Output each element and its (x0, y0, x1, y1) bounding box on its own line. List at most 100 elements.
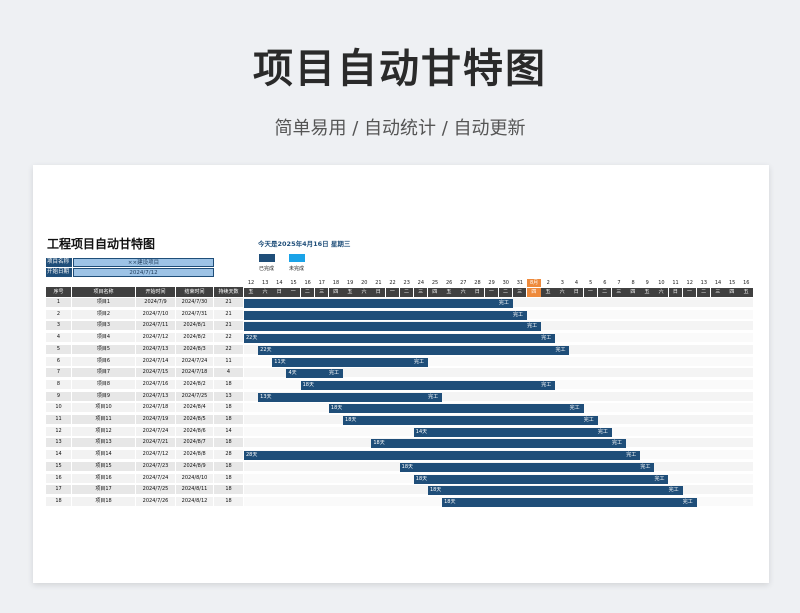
table-cell: 项目16 (72, 473, 135, 483)
gantt-bar[interactable] (399, 462, 655, 472)
table-cell: 2024/7/19 (136, 415, 175, 424)
bar-status-label: 完工 (513, 311, 524, 318)
table-cell: 18 (214, 438, 243, 448)
weekday: 三 (710, 288, 725, 297)
page-subtitle: 简单易用 / 自动统计 / 自动更新 (274, 118, 526, 139)
table-cell: 28 (214, 450, 243, 460)
table-cell: 2024/8/4 (176, 403, 213, 413)
start-date-value[interactable]: 2024/7/12 (73, 268, 214, 277)
day-number: 30 (502, 280, 509, 286)
gantt-bar[interactable] (244, 310, 527, 320)
gantt-bar[interactable] (371, 439, 627, 449)
gantt-bar[interactable] (328, 404, 584, 414)
table-cell: 2024/7/15 (136, 368, 175, 378)
project-name-label: 项目名称 (46, 258, 72, 267)
day-number: 14 (714, 280, 722, 286)
table-cell: 13 (46, 438, 71, 448)
table-cell: 2024/7/18 (176, 368, 213, 378)
gantt-bar[interactable] (244, 451, 641, 461)
day-number: 25 (431, 280, 439, 286)
table-cell: 2024/8/6 (176, 426, 213, 436)
gantt-bar[interactable] (244, 299, 513, 308)
weekday: 四 (427, 288, 442, 297)
weekday: 五 (640, 288, 654, 297)
bar-status-label: 完工 (498, 300, 509, 306)
weekday: 日 (470, 288, 485, 297)
bar-duration-label: 22天 (246, 335, 258, 342)
table-cell: 22 (214, 344, 243, 354)
gantt-bar[interactable] (244, 322, 542, 332)
table-cell: 2024/7/25 (136, 485, 175, 495)
bar-duration-label: 18天 (345, 417, 357, 423)
table-cell: 项目6 (72, 356, 135, 366)
gantt-bar[interactable] (413, 474, 669, 484)
weekday: 一 (484, 288, 499, 297)
bar-status-label: 完工 (583, 417, 594, 423)
table-cell: 2024/8/5 (176, 415, 213, 424)
bar-duration-label: 4天 (288, 370, 297, 377)
table-cell: 2024/8/12 (176, 496, 213, 506)
table-cell: 项目4 (72, 333, 135, 343)
weekday: 二 (696, 288, 711, 297)
bar-duration-label: 18天 (330, 405, 343, 412)
table-cell: 2024/7/13 (136, 391, 175, 401)
table-cell: 4 (46, 333, 71, 343)
table-cell: 2024/7/25 (176, 391, 213, 401)
gantt-bar[interactable] (442, 497, 697, 507)
table-cell: 11 (46, 415, 71, 424)
table-cell: 14 (46, 450, 71, 460)
day-number: 20 (361, 280, 368, 286)
bar-status-label: 完工 (569, 405, 580, 412)
weekday: 一 (583, 288, 598, 297)
bar-status-label: 完工 (413, 358, 424, 365)
day-number: 13 (700, 280, 708, 286)
day-number: 27 (460, 280, 467, 286)
weekday: 三 (413, 288, 428, 297)
weekday: 五 (343, 288, 357, 297)
day-number: 7 (617, 280, 621, 286)
gantt-bar[interactable] (244, 334, 556, 344)
day-number: 8 (631, 280, 635, 286)
day-number: 14 (276, 280, 283, 286)
bar-duration-label: 22天 (260, 346, 272, 353)
table-cell: 18 (214, 473, 243, 483)
gantt-bar[interactable] (343, 416, 598, 425)
bar-status-label: 完工 (541, 381, 552, 388)
bar-status-label: 完工 (668, 487, 679, 494)
weekday: 日 (569, 288, 584, 297)
bar-status-label: 完工 (428, 393, 439, 400)
table-cell: 18 (214, 415, 243, 424)
bar-status-label: 完工 (555, 346, 566, 353)
day-number: 6 (603, 280, 607, 286)
bar-duration-label: 18天 (373, 440, 385, 447)
weekday: 二 (300, 288, 315, 297)
day-number: 31 (516, 280, 524, 286)
day-number: 9 (645, 280, 649, 286)
table-cell: 2024/7/18 (136, 403, 175, 413)
table-cell: 项目8 (72, 379, 135, 389)
table-cell: 2024/8/8 (176, 450, 213, 460)
gantt-bar[interactable] (427, 486, 683, 496)
weekday: 六 (654, 288, 668, 297)
day-number: 13 (262, 280, 269, 286)
bar-status-label: 完工 (626, 452, 637, 459)
day-number: 26 (445, 280, 453, 286)
table-cell: 2024/7/30 (176, 298, 213, 307)
weekday: 一 (682, 288, 697, 297)
table-cell: 18 (214, 496, 243, 506)
start-date-row: 开始日期 2024/7/12 (46, 268, 214, 277)
table-cell: 21 (214, 321, 243, 331)
project-name-value[interactable]: ××建设项目 (73, 258, 214, 267)
table-cell: 项目15 (72, 461, 135, 471)
table-cell: 项目7 (72, 368, 135, 378)
table-cell: 2024/7/11 (136, 321, 175, 331)
page-title: 项目自动甘特图 (253, 46, 547, 92)
table-cell: 项目9 (72, 391, 135, 401)
day-number: 22 (389, 280, 396, 286)
bar-status-label: 完工 (527, 323, 538, 330)
day-number: 12 (247, 280, 255, 286)
bar-duration-label: 18天 (444, 498, 456, 505)
table-cell: 2024/8/2 (176, 379, 213, 389)
gantt-bar[interactable] (258, 345, 570, 355)
gantt-bar[interactable] (300, 380, 556, 390)
